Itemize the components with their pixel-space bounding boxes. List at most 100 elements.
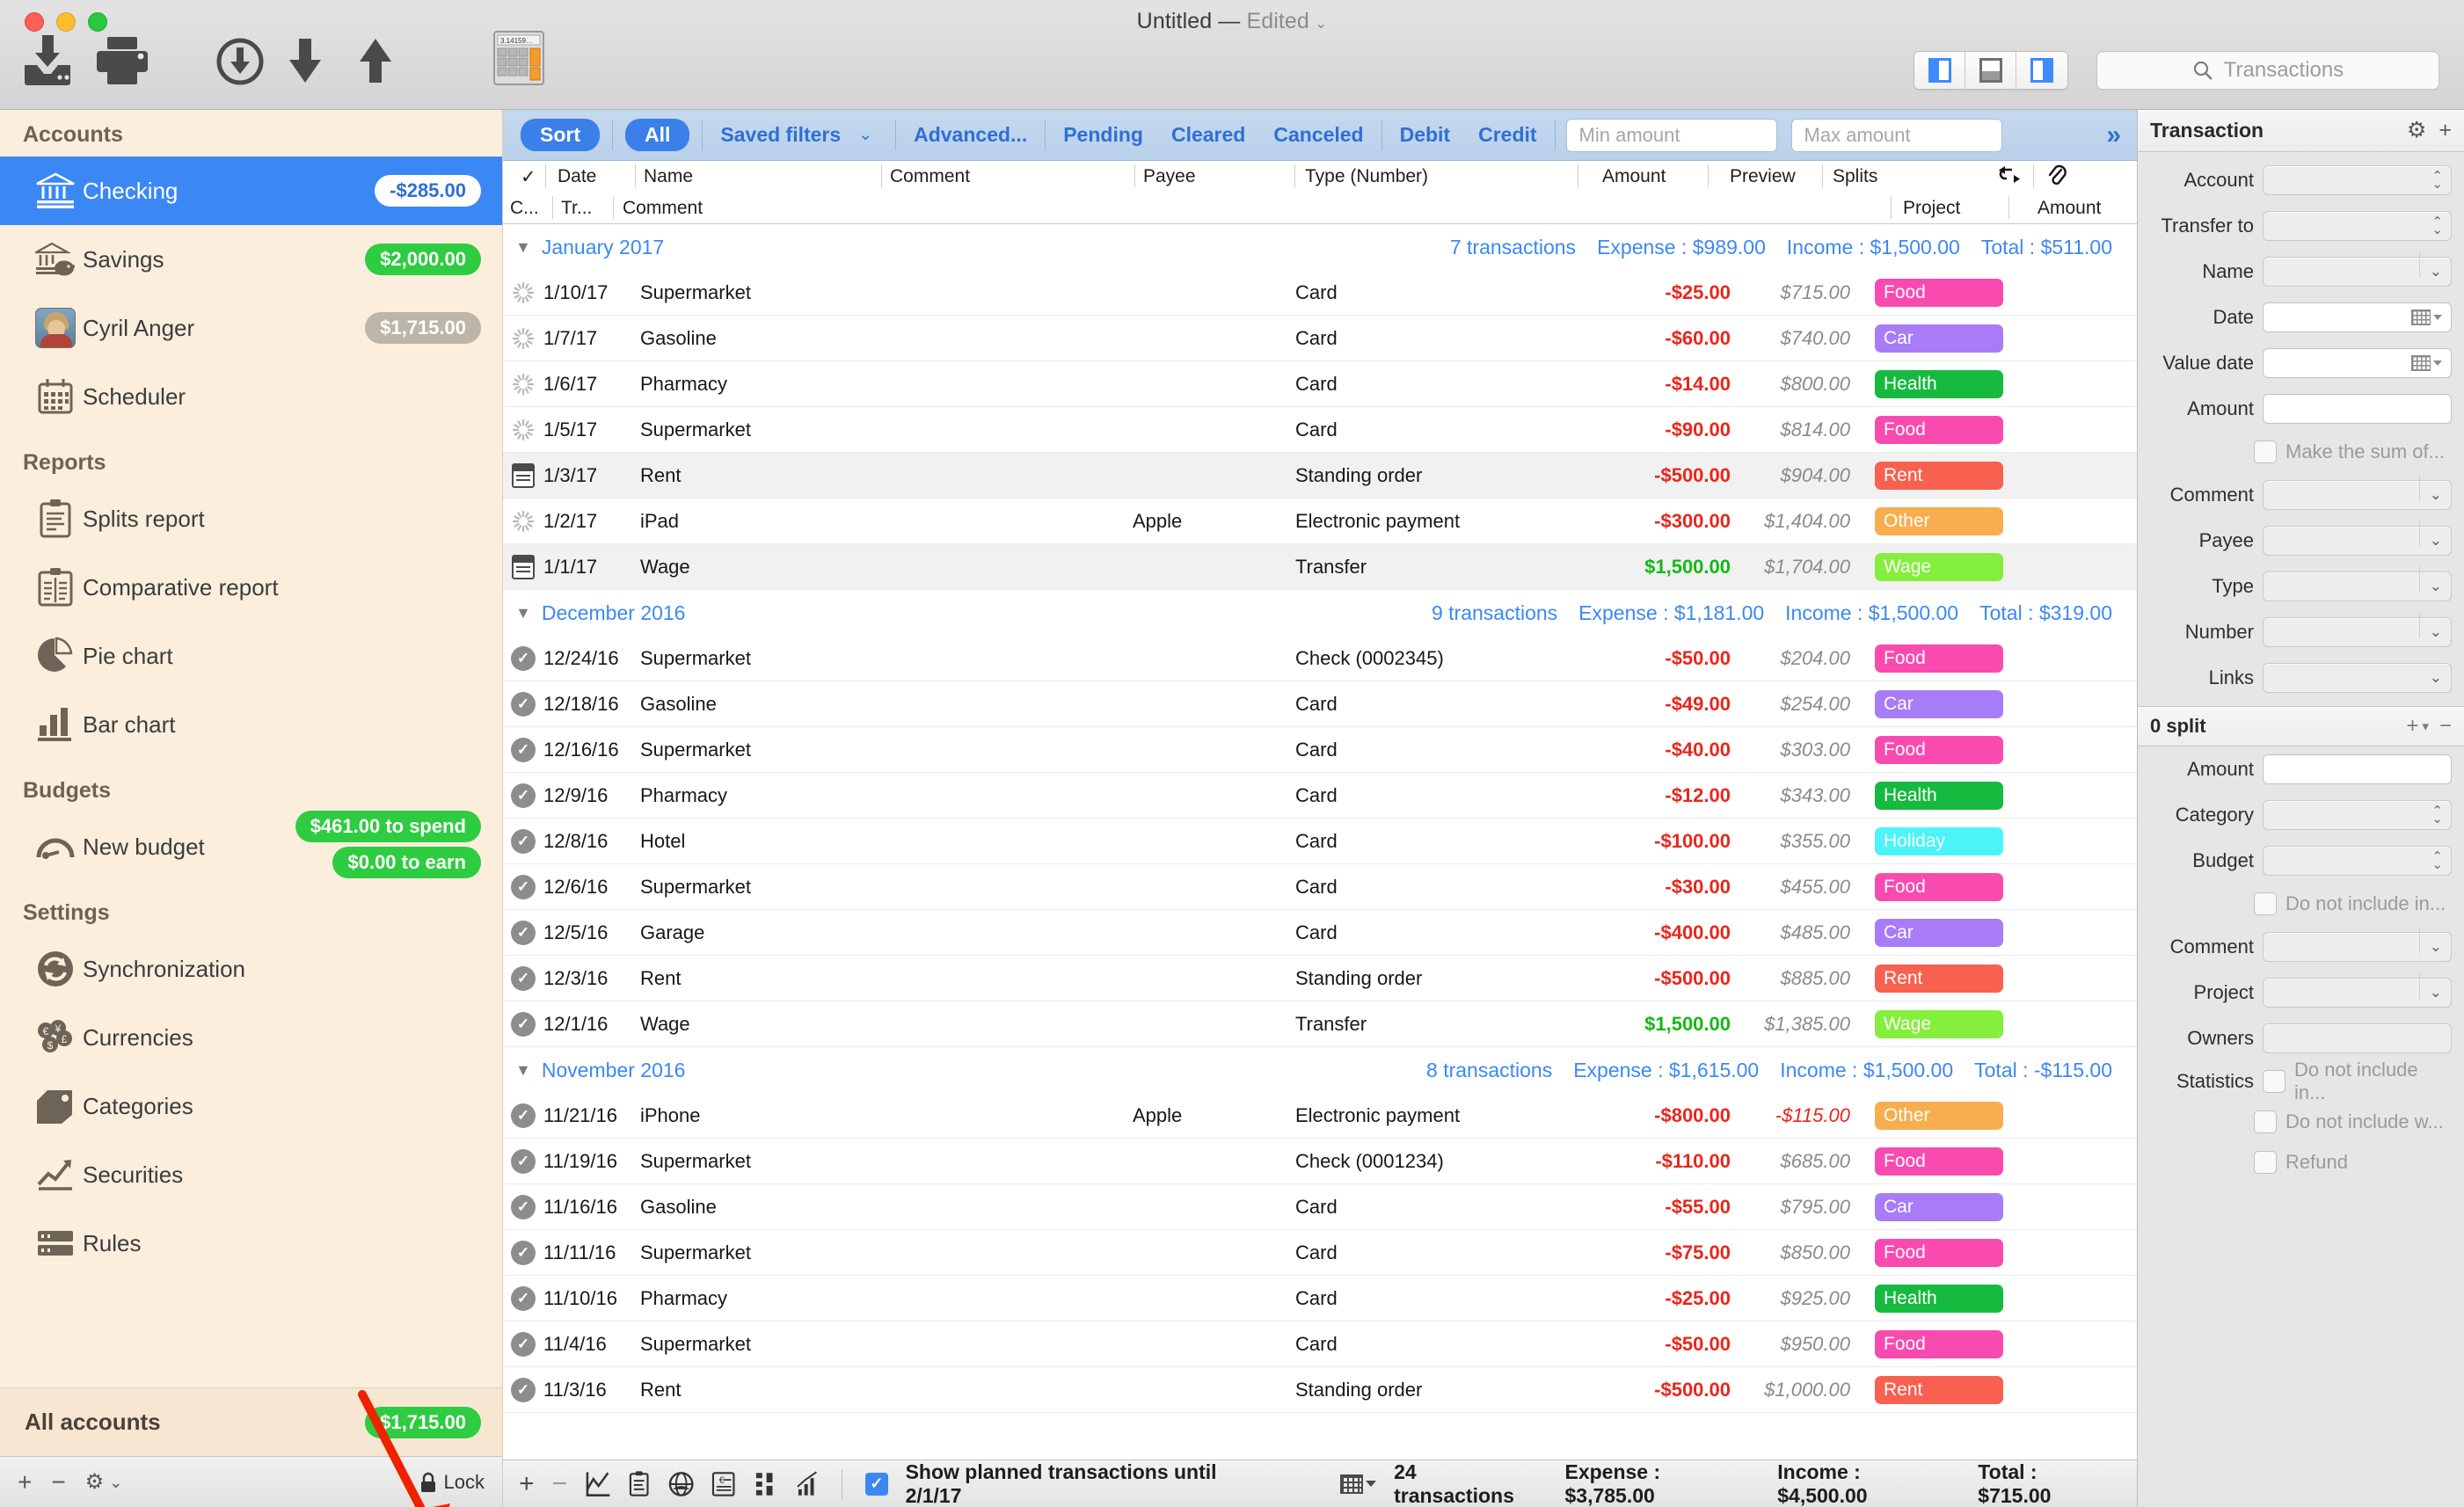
table-row[interactable]: 1/6/17PharmacyCard-$14.00$800.00Health xyxy=(503,361,2137,407)
sidebar-item-synchronization[interactable]: Synchronization xyxy=(0,935,502,1003)
remove-account-button[interactable]: − xyxy=(51,1470,65,1495)
sidebar-item-new-budget[interactable]: New budget $461.00 to spend $0.00 to ear… xyxy=(0,812,502,881)
view-sidebar-left-button[interactable] xyxy=(1914,52,1965,89)
filter-debit-button[interactable]: Debit xyxy=(1386,123,1465,147)
budget-select[interactable]: ⌃⌄ xyxy=(2263,846,2452,876)
statistics-exclude-w-checkbox[interactable] xyxy=(2254,1110,2277,1133)
scheduled-icon[interactable] xyxy=(512,463,535,488)
table-row[interactable]: ✓12/6/16SupermarketCard-$30.00$455.00Foo… xyxy=(503,864,2137,910)
view-mode-segmented-control[interactable] xyxy=(1914,51,2068,90)
category-select[interactable]: ⌃⌄ xyxy=(2263,800,2452,830)
trend-chart-icon[interactable] xyxy=(795,1470,819,1498)
table-row[interactable]: ✓11/21/16iPhoneAppleElectronic payment-$… xyxy=(503,1093,2137,1139)
table-row[interactable]: ✓11/16/16GasolineCard-$55.00$795.00Car xyxy=(503,1184,2137,1230)
lock-button[interactable]: Lock xyxy=(419,1471,485,1494)
filter-all-button[interactable]: All xyxy=(625,119,689,151)
sidebar-item-rules[interactable]: Rules xyxy=(0,1209,502,1278)
col-amount[interactable]: Amount xyxy=(1602,166,1666,187)
transaction-state[interactable] xyxy=(503,555,543,579)
table-row[interactable]: ✓12/8/16HotelCard-$100.00$355.00Holiday xyxy=(503,819,2137,864)
account-select[interactable]: ⌃⌄ xyxy=(2263,165,2452,195)
transaction-state[interactable] xyxy=(503,281,543,304)
transaction-state[interactable]: ✓ xyxy=(503,783,543,808)
table-row[interactable]: 1/7/17GasolineCard-$60.00$740.00Car xyxy=(503,316,2137,361)
view-bottom-panel-button[interactable] xyxy=(1965,52,2016,89)
show-planned-checkbox[interactable]: ✓ xyxy=(865,1473,887,1496)
transaction-state[interactable]: ✓ xyxy=(503,875,543,899)
col-date[interactable]: Date xyxy=(558,166,596,187)
cleared-icon[interactable]: ✓ xyxy=(511,1332,536,1357)
table-row[interactable]: ✓12/9/16PharmacyCard-$12.00$343.00Health xyxy=(503,773,2137,819)
pending-icon[interactable] xyxy=(512,419,535,441)
group-disclosure-triangle[interactable]: ▼ xyxy=(515,604,531,622)
print-icon[interactable] xyxy=(95,35,149,86)
arrow-up-icon[interactable] xyxy=(356,37,395,86)
date-input[interactable] xyxy=(2263,302,2452,332)
split-amount-input[interactable] xyxy=(2263,754,2452,784)
cleared-icon[interactable]: ✓ xyxy=(511,1378,536,1402)
cleared-icon[interactable]: ✓ xyxy=(511,921,536,945)
col-comment-2[interactable]: Comment xyxy=(623,198,703,219)
transaction-state[interactable]: ✓ xyxy=(503,1241,543,1265)
table-row[interactable]: ✓12/16/16SupermarketCard-$40.00$303.00Fo… xyxy=(503,727,2137,773)
col-check[interactable]: ✓ xyxy=(521,166,536,188)
gear-icon[interactable]: ⚙ xyxy=(85,1472,105,1493)
transaction-state[interactable]: ✓ xyxy=(503,692,543,717)
cleared-icon[interactable]: ✓ xyxy=(511,829,536,854)
links-combo[interactable]: ⌄ xyxy=(2263,663,2452,693)
table-row[interactable]: ✓12/24/16SupermarketCheck (0002345)-$50.… xyxy=(503,636,2137,681)
cleared-icon[interactable]: ✓ xyxy=(511,875,536,899)
sidebar-item-securities[interactable]: Securities xyxy=(0,1140,502,1209)
calendar-picker-icon[interactable] xyxy=(2411,355,2442,371)
make-sum-checkbox[interactable] xyxy=(2254,440,2277,463)
cleared-icon[interactable]: ✓ xyxy=(511,1012,536,1037)
table-row[interactable]: ✓11/3/16RentStanding order-$500.00$1,000… xyxy=(503,1367,2137,1413)
plus-icon[interactable]: + xyxy=(2438,120,2452,142)
table-row[interactable]: ✓11/11/16SupermarketCard-$75.00$850.00Fo… xyxy=(503,1230,2137,1276)
transaction-state[interactable]: ✓ xyxy=(503,1195,543,1219)
saved-filters-button[interactable]: Saved filters xyxy=(706,123,855,147)
attachment-icon[interactable] xyxy=(2046,164,2067,187)
table-row[interactable]: 1/3/17RentStanding order-$500.00$904.00R… xyxy=(503,453,2137,499)
filter-pending-button[interactable]: Pending xyxy=(1049,123,1157,147)
table-row[interactable]: ✓12/1/16WageTransfer$1,500.00$1,385.00Wa… xyxy=(503,1001,2137,1047)
transaction-state[interactable] xyxy=(503,510,543,533)
table-row[interactable]: 1/5/17SupermarketCard-$90.00$814.00Food xyxy=(503,407,2137,453)
filter-cleared-button[interactable]: Cleared xyxy=(1157,123,1259,147)
sidebar-item-currencies[interactable]: € ¥ £ $ Currencies xyxy=(0,1003,502,1072)
cleared-icon[interactable]: ✓ xyxy=(511,783,536,808)
comment-combo[interactable]: ⌄ xyxy=(2263,480,2452,510)
cleared-icon[interactable]: ✓ xyxy=(511,646,536,671)
download-circle-icon[interactable] xyxy=(215,37,265,86)
all-accounts-row[interactable]: All accounts $1,715.00 xyxy=(0,1387,502,1456)
col-type[interactable]: Type (Number) xyxy=(1305,166,1428,187)
search-input[interactable]: Transactions xyxy=(2096,51,2439,90)
transaction-state[interactable]: ✓ xyxy=(503,1378,543,1402)
table-row[interactable]: ✓11/19/16SupermarketCheck (0001234)-$110… xyxy=(503,1139,2137,1184)
clipboard-icon[interactable] xyxy=(628,1470,650,1498)
cleared-icon[interactable]: ✓ xyxy=(511,1195,536,1219)
group-disclosure-triangle[interactable]: ▼ xyxy=(515,238,531,257)
transaction-group-header[interactable]: ▼December 20169 transactionsExpense : $1… xyxy=(503,590,2137,636)
table-row[interactable]: ✓12/3/16RentStanding order-$500.00$885.0… xyxy=(503,956,2137,1001)
transaction-state[interactable] xyxy=(503,463,543,488)
statistics-exclude-checkbox[interactable] xyxy=(2263,1070,2285,1093)
col-payee[interactable]: Payee xyxy=(1143,166,1196,187)
budget-exclude-checkbox[interactable] xyxy=(2254,892,2277,915)
transaction-state[interactable]: ✓ xyxy=(503,1103,543,1128)
transaction-state[interactable]: ✓ xyxy=(503,1012,543,1037)
cleared-icon[interactable]: ✓ xyxy=(511,738,536,762)
transaction-state[interactable]: ✓ xyxy=(503,966,543,991)
sidebar-item-comparative-report[interactable]: Comparative report xyxy=(0,553,502,622)
pending-icon[interactable] xyxy=(512,373,535,396)
table-row[interactable]: 1/2/17iPadAppleElectronic payment-$300.0… xyxy=(503,499,2137,544)
transaction-state[interactable]: ✓ xyxy=(503,921,543,945)
view-sidebar-right-button[interactable] xyxy=(2016,52,2067,89)
col-c[interactable]: C... xyxy=(510,198,539,219)
max-amount-input[interactable]: Max amount xyxy=(1791,119,2002,152)
type-combo[interactable]: ⌄ xyxy=(2263,571,2452,601)
sidebar-item-categories[interactable]: Categories xyxy=(0,1072,502,1140)
col-preview[interactable]: Preview xyxy=(1730,166,1796,187)
transaction-state[interactable] xyxy=(503,373,543,396)
table-row[interactable]: 1/1/17WageTransfer$1,500.00$1,704.00Wage xyxy=(503,544,2137,590)
